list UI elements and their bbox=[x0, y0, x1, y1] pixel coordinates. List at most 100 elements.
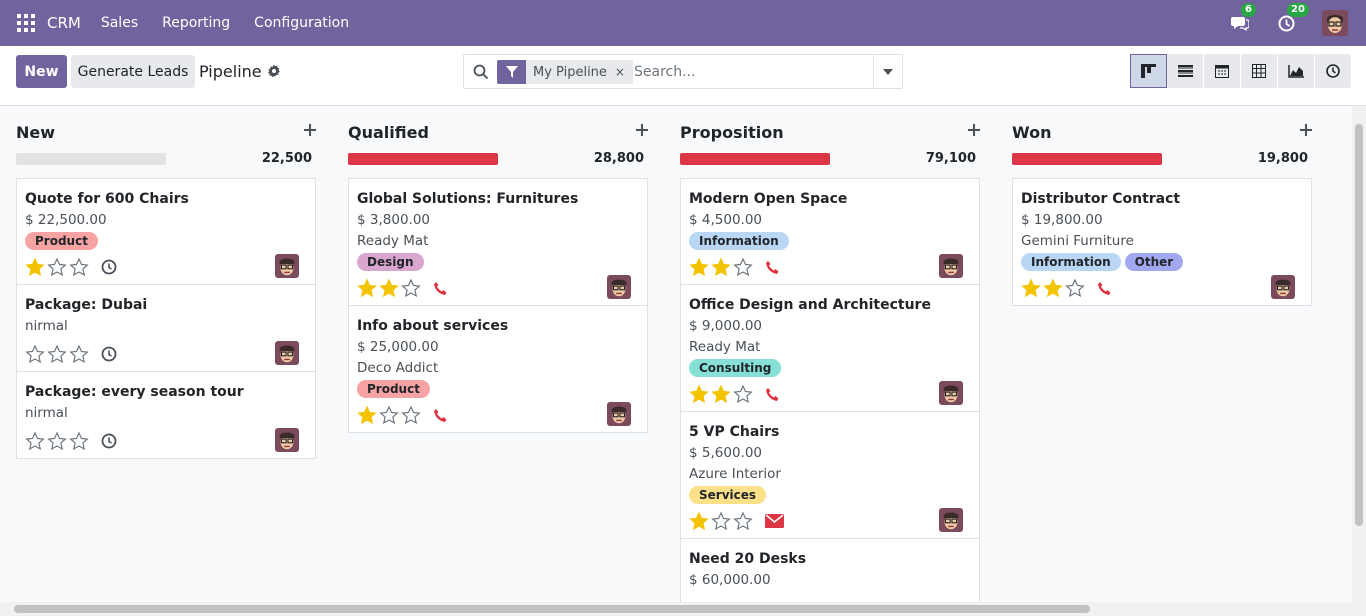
star-empty-icon[interactable] bbox=[733, 512, 753, 530]
clock-icon[interactable] bbox=[101, 433, 117, 449]
horizontal-scrollbar[interactable] bbox=[0, 602, 1366, 616]
lead-card[interactable]: Need 20 Desks $ 60,000.00 bbox=[681, 539, 979, 602]
star-filled-icon[interactable] bbox=[711, 258, 731, 276]
activity-button[interactable] bbox=[101, 433, 117, 449]
search-options-toggle[interactable] bbox=[873, 55, 902, 88]
salesperson-avatar[interactable] bbox=[939, 381, 963, 405]
column-title[interactable]: Qualified bbox=[348, 123, 429, 142]
star-filled-icon[interactable] bbox=[357, 406, 377, 424]
salesperson-avatar[interactable] bbox=[607, 402, 631, 426]
menu-configuration[interactable]: Configuration bbox=[254, 15, 349, 31]
priority-stars[interactable] bbox=[25, 258, 89, 276]
menu-reporting[interactable]: Reporting bbox=[162, 15, 230, 31]
lead-card[interactable]: Office Design and Architecture $ 9,000.00… bbox=[681, 285, 979, 412]
generate-leads-button[interactable]: Generate Leads bbox=[71, 55, 195, 88]
star-empty-icon[interactable] bbox=[47, 432, 67, 450]
menu-sales[interactable]: Sales bbox=[101, 15, 138, 31]
lead-card[interactable]: Distributor Contract $ 19,800.00 Gemini Fu… bbox=[1013, 179, 1311, 305]
star-filled-icon[interactable] bbox=[689, 385, 709, 403]
phone-icon[interactable] bbox=[433, 408, 448, 423]
star-empty-icon[interactable] bbox=[25, 432, 45, 450]
quick-create-icon[interactable] bbox=[968, 124, 980, 140]
activity-button[interactable] bbox=[1097, 281, 1112, 296]
lead-card[interactable]: Modern Open Space $ 4,500.00 Information bbox=[681, 179, 979, 285]
clock-icon[interactable] bbox=[101, 346, 117, 362]
user-avatar[interactable] bbox=[1322, 10, 1348, 36]
lead-card[interactable]: Info about services $ 25,000.00 Deco Addic… bbox=[349, 306, 647, 432]
activity-menu[interactable]: 20 bbox=[1276, 3, 1309, 33]
new-button[interactable]: New bbox=[16, 55, 67, 88]
messaging-menu[interactable]: 6 bbox=[1230, 3, 1256, 33]
priority-stars[interactable] bbox=[689, 258, 753, 276]
star-empty-icon[interactable] bbox=[401, 279, 421, 297]
quick-create-icon[interactable] bbox=[1300, 124, 1312, 140]
activity-button[interactable] bbox=[765, 514, 784, 528]
salesperson-avatar[interactable] bbox=[939, 254, 963, 278]
lead-card[interactable]: Global Solutions: Furnitures $ 3,800.00 Re… bbox=[349, 179, 647, 306]
star-empty-icon[interactable] bbox=[69, 432, 89, 450]
star-filled-icon[interactable] bbox=[1021, 279, 1041, 297]
envelope-icon[interactable] bbox=[765, 514, 784, 528]
phone-icon[interactable] bbox=[1097, 281, 1112, 296]
star-empty-icon[interactable] bbox=[25, 345, 45, 363]
star-filled-icon[interactable] bbox=[357, 279, 377, 297]
calendar-view-button[interactable] bbox=[1204, 54, 1241, 88]
star-filled-icon[interactable] bbox=[379, 279, 399, 297]
salesperson-avatar[interactable] bbox=[275, 341, 299, 365]
column-title[interactable]: Won bbox=[1012, 123, 1051, 142]
lead-card[interactable]: Quote for 600 Chairs $ 22,500.00 Product bbox=[17, 179, 315, 285]
apps-menu-icon[interactable] bbox=[17, 14, 35, 32]
clock-icon[interactable] bbox=[101, 259, 117, 275]
column-title[interactable]: Proposition bbox=[680, 123, 784, 142]
phone-icon[interactable] bbox=[433, 281, 448, 296]
column-progress-bar[interactable] bbox=[680, 153, 830, 165]
star-empty-icon[interactable] bbox=[69, 345, 89, 363]
activity-button[interactable] bbox=[101, 259, 117, 275]
column-progress-bar[interactable] bbox=[1012, 153, 1162, 165]
star-filled-icon[interactable] bbox=[689, 258, 709, 276]
activity-button[interactable] bbox=[433, 408, 448, 423]
facet-remove-icon[interactable]: × bbox=[615, 65, 633, 79]
star-filled-icon[interactable] bbox=[1043, 279, 1063, 297]
salesperson-avatar[interactable] bbox=[275, 254, 299, 278]
priority-stars[interactable] bbox=[357, 406, 421, 424]
activity-view-button[interactable] bbox=[1315, 54, 1352, 88]
star-empty-icon[interactable] bbox=[733, 258, 753, 276]
phone-icon[interactable] bbox=[765, 387, 780, 402]
pivot-view-button[interactable] bbox=[1241, 54, 1278, 88]
priority-stars[interactable] bbox=[689, 385, 753, 403]
vertical-scrollbar[interactable] bbox=[1352, 106, 1366, 602]
priority-stars[interactable] bbox=[25, 345, 89, 363]
activity-button[interactable] bbox=[101, 346, 117, 362]
column-progress-bar[interactable] bbox=[348, 153, 498, 165]
quick-create-icon[interactable] bbox=[304, 124, 316, 140]
activity-button[interactable] bbox=[765, 260, 780, 275]
gear-icon[interactable] bbox=[267, 64, 281, 82]
salesperson-avatar[interactable] bbox=[607, 275, 631, 299]
activity-button[interactable] bbox=[433, 281, 448, 296]
app-brand[interactable]: CRM bbox=[47, 14, 81, 32]
lead-card[interactable]: 5 VP Chairs $ 5,600.00 Azure Interior Servi… bbox=[681, 412, 979, 539]
star-empty-icon[interactable] bbox=[1065, 279, 1085, 297]
lead-card[interactable]: Package: Dubai nirmal bbox=[17, 285, 315, 372]
star-empty-icon[interactable] bbox=[47, 345, 67, 363]
star-empty-icon[interactable] bbox=[47, 258, 67, 276]
priority-stars[interactable] bbox=[1021, 279, 1085, 297]
star-filled-icon[interactable] bbox=[25, 258, 45, 276]
activity-button[interactable] bbox=[765, 387, 780, 402]
star-filled-icon[interactable] bbox=[711, 385, 731, 403]
quick-create-icon[interactable] bbox=[636, 124, 648, 140]
star-empty-icon[interactable] bbox=[69, 258, 89, 276]
list-view-button[interactable] bbox=[1167, 54, 1204, 88]
star-empty-icon[interactable] bbox=[379, 406, 399, 424]
priority-stars[interactable] bbox=[357, 279, 421, 297]
salesperson-avatar[interactable] bbox=[1271, 275, 1295, 299]
star-empty-icon[interactable] bbox=[401, 406, 421, 424]
priority-stars[interactable] bbox=[689, 512, 753, 530]
phone-icon[interactable] bbox=[765, 260, 780, 275]
salesperson-avatar[interactable] bbox=[275, 428, 299, 452]
search-input[interactable] bbox=[634, 61, 864, 83]
salesperson-avatar[interactable] bbox=[939, 508, 963, 532]
column-progress-bar[interactable] bbox=[16, 153, 166, 165]
graph-view-button[interactable] bbox=[1278, 54, 1315, 88]
